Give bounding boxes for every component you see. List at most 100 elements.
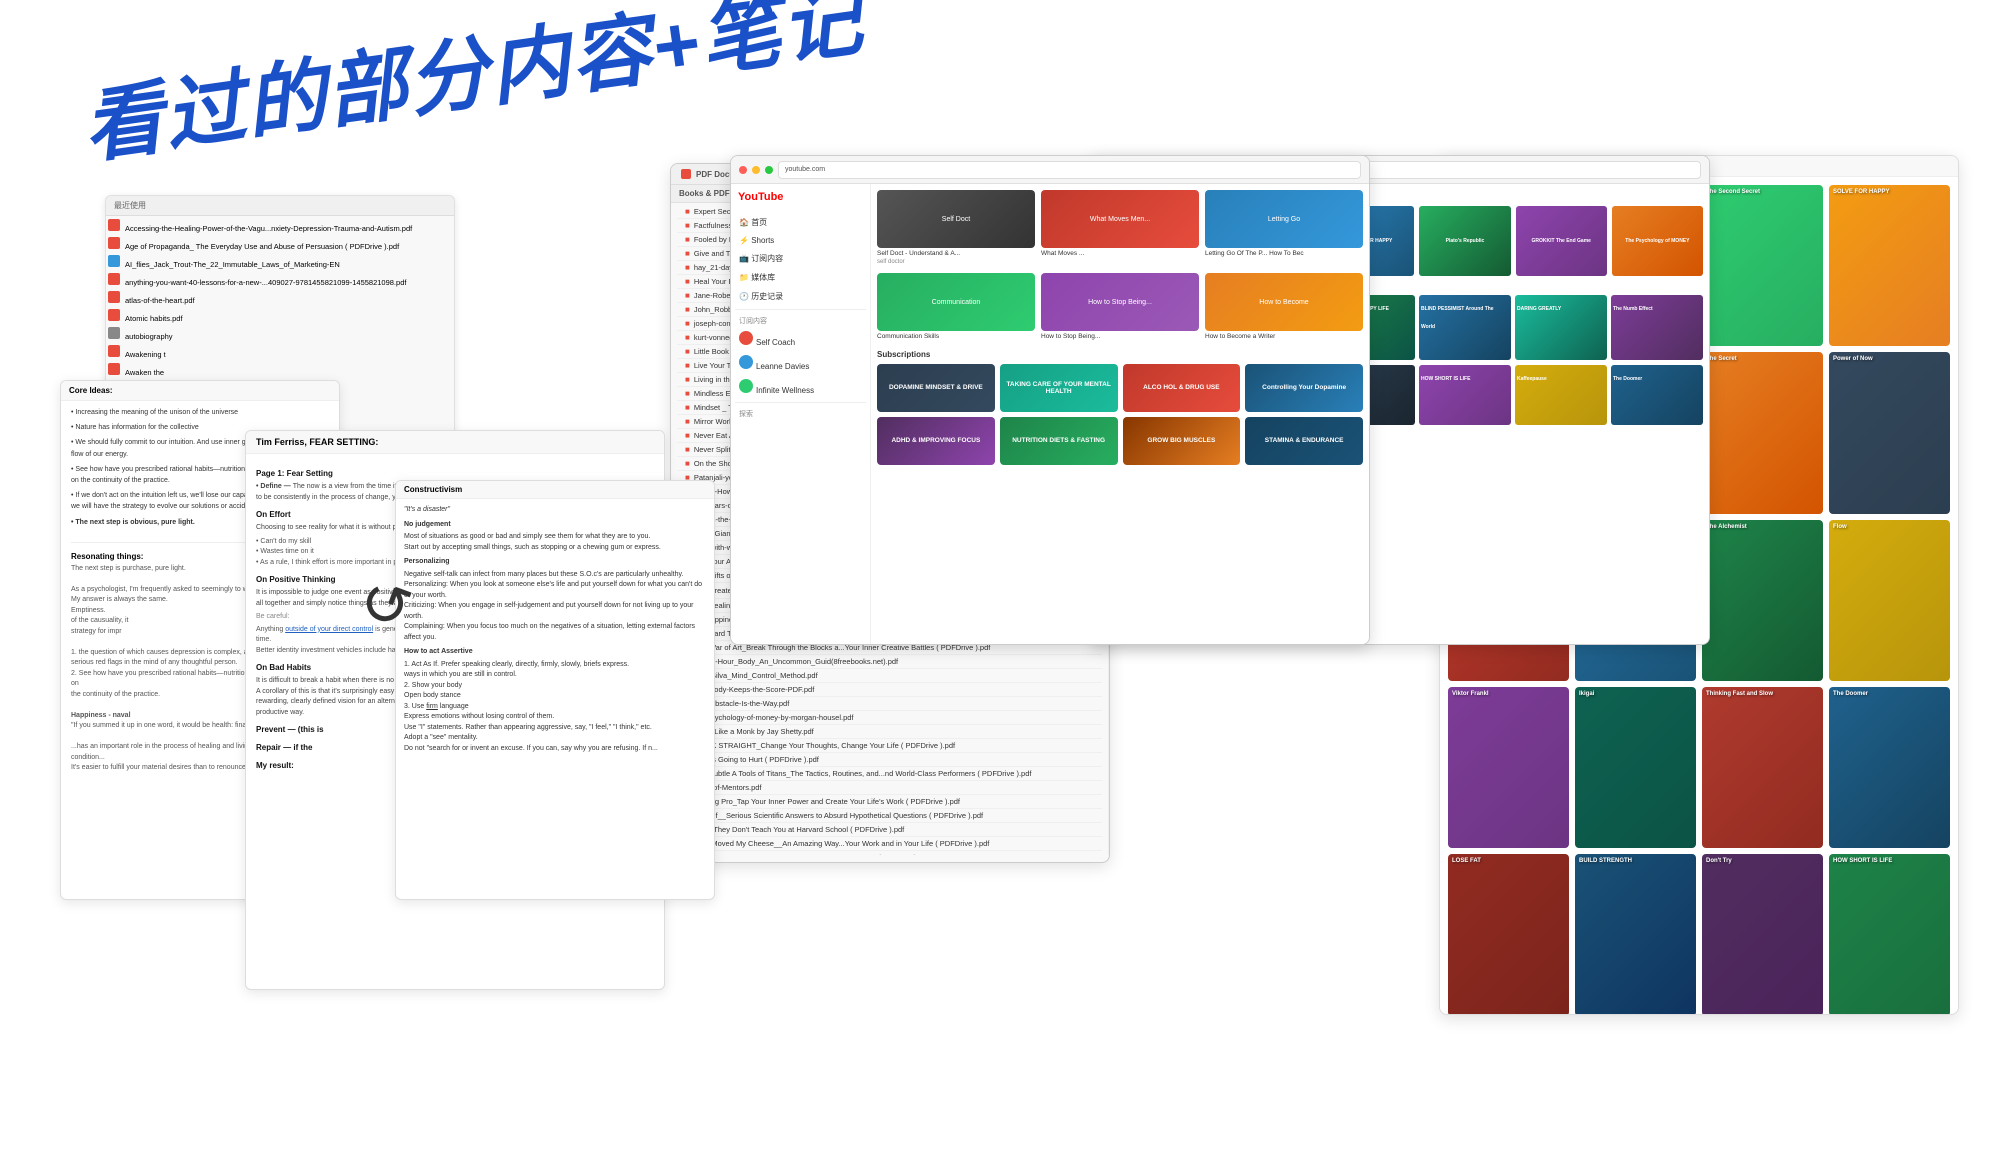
book-cover[interactable]: The Alchemist — [1702, 520, 1823, 681]
yt-video-card[interactable]: What Moves Men... What Moves ... — [1041, 190, 1199, 267]
book-cover[interactable]: SOLVE FOR HAPPY — [1829, 185, 1950, 346]
yt-thumb-title: STAMINA & ENDURANCE — [1263, 435, 1346, 446]
yt-video-card[interactable]: STAMINA & ENDURANCE — [1245, 417, 1363, 465]
yt-book-cover2[interactable]: BLIND PESSIMIST Around The World — [1419, 295, 1511, 360]
yt-thumb-title: Communication — [929, 296, 984, 309]
pdf-item: ■ Think Like a Monk by Jay Shetty.pdf — [677, 725, 1102, 739]
youtube-browser-left: youtube.com YouTube 🏠 首页 ⚡ Shorts 📺 订阅内容… — [730, 155, 1370, 645]
yt-thumb-title: Letting Go — [1265, 213, 1303, 226]
yt-video-card[interactable]: DOPAMINE MINDSET & DRIVE — [877, 364, 995, 412]
yt-video-card[interactable]: Controlling Your Dopamine — [1245, 364, 1363, 412]
yt-video-info: Self Doct - Understand & A...self doctor — [877, 250, 1035, 267]
yt-book-cover3[interactable]: Kaffeepause — [1515, 365, 1607, 425]
assertive-content: 1. Act As If. Prefer speaking clearly, d… — [404, 660, 706, 755]
yt-sidebar-label: 订阅内容 — [751, 254, 783, 263]
yt-thumb-title: GROW BIG MUSCLES — [1145, 435, 1217, 446]
list-item: Atomic habits.pdf — [108, 308, 452, 326]
yt-channel-label: Infinite Wellness — [756, 386, 814, 395]
yt-explore-header: 探索 — [735, 407, 866, 421]
core-idea-2: Nature has information for the collectiv… — [75, 424, 198, 431]
yt-video-info: What Moves ... — [1041, 250, 1199, 258]
yt-logo-left: YouTube — [738, 191, 783, 203]
yt-video-card[interactable]: Letting Go Letting Go Of The P... How To… — [1205, 190, 1363, 267]
maximize-button[interactable] — [765, 166, 773, 174]
yt-video-card[interactable]: GROW BIG MUSCLES — [1123, 417, 1241, 465]
yt-subscriptions-header: Subscriptions — [877, 350, 1363, 359]
yt-book-cover3[interactable]: HOW SHORT IS LIFE — [1419, 365, 1511, 425]
yt-video-info: How to Become a Writer — [1205, 333, 1363, 341]
cover-title: DARING GREATLY — [1517, 306, 1561, 312]
book-cover[interactable]: BUILD STRENGTH — [1575, 854, 1696, 1015]
cover-title: GROKKIT The End Game — [1531, 238, 1590, 244]
yt-thumb-title: NUTRITION DIETS & FASTING — [1010, 435, 1107, 446]
list-item: AI_flies_Jack_Trout-The_22_Immutable_Law… — [108, 254, 452, 272]
yt-video-card[interactable]: How to Become How to Become a Writer — [1205, 273, 1363, 341]
minimize-button[interactable] — [752, 166, 760, 174]
core-ideas-title: Core Ideas: — [69, 386, 113, 395]
yt-sidebar-item-home[interactable]: 🏠 首页 — [735, 214, 866, 231]
book-cover[interactable]: The Second Secret — [1702, 185, 1823, 346]
yt-sidebar-item-leanne[interactable]: Leanne Davies — [735, 352, 866, 374]
yt-sidebar-subscriptions-header: 订阅内容 — [735, 314, 866, 328]
list-item: Awaken the — [108, 362, 452, 380]
yt-thumb-title: Self Doct — [939, 213, 973, 226]
page-section-title: Page 1: Fear Setting — [256, 468, 654, 480]
yt-thumb-title: How to Become — [1256, 296, 1311, 309]
pdf-item: ■ The Subtle A Tools of Titans_The Tacti… — [677, 767, 1102, 781]
yt-video-card[interactable]: Communication Communication Skills — [877, 273, 1035, 341]
pdf-item: ■ What If__Serious Scientific Answers to… — [677, 809, 1102, 823]
cover-title: The Numb Effect — [1613, 306, 1653, 312]
pdf-item: ■ The-Body-Keeps-the-Score-PDF.pdf — [677, 683, 1102, 697]
yt-book-cover[interactable]: GROKKIT The End Game — [1516, 206, 1607, 276]
book-cover[interactable]: LOSE FAT — [1448, 854, 1569, 1015]
yt-video-card[interactable]: How to Stop Being... How to Stop Being..… — [1041, 273, 1199, 341]
book-cover[interactable]: Ikigai — [1575, 687, 1696, 848]
yt-sidebar-item-infinite[interactable]: Infinite Wellness — [735, 376, 866, 398]
yt-channel-label: Self Coach — [756, 338, 795, 347]
yt-thumb-title: How to Stop Being... — [1085, 296, 1155, 309]
book-cover[interactable]: HOW SHORT IS LIFE — [1829, 854, 1950, 1015]
book-cover[interactable]: The Secret — [1702, 352, 1823, 513]
personalizing-content: Negative self-talk can infect from many … — [404, 570, 706, 644]
main-container: 看过的部分内容+笔记 Core Ideas: • Increasing the … — [0, 0, 2009, 1166]
close-button[interactable] — [739, 166, 747, 174]
yt-sidebar-label: Shorts — [751, 236, 774, 245]
pdf-item: ■ Who Moved My Cheese__An Amazing Way...… — [677, 837, 1102, 851]
yt-sidebar-item-subscriptions[interactable]: 📺 订阅内容 — [735, 250, 866, 267]
book-cover[interactable]: Flow — [1829, 520, 1950, 681]
pdf-item: ■ The-Obstacle-Is-the-Way.pdf — [677, 697, 1102, 711]
cover-title: BLIND PESSIMIST Around The World — [1421, 306, 1494, 330]
pdf-item: ■ THINK STRAIGHT_Change Your Thoughts, C… — [677, 739, 1102, 753]
pdf-item: ■ Write to Sell_The Ultimate Guide to Gr… — [677, 851, 1102, 855]
main-title-area: 看过的部分内容+笔记 — [80, 30, 867, 118]
yt-sidebar-item-shorts[interactable]: ⚡ Shorts — [735, 233, 866, 248]
yt-book-cover3[interactable]: The Doomer — [1611, 365, 1703, 425]
how-to-act-assertive-title: How to act Assertive — [404, 647, 706, 658]
yt-sidebar-label: 历史记录 — [751, 292, 783, 301]
yt-video-card[interactable]: Self Doct Self Doct - Understand & A...s… — [877, 190, 1035, 267]
yt-sidebar-item-selfcoach[interactable]: Self Coach — [735, 328, 866, 350]
yt-sidebar-item-library[interactable]: 📁 媒体库 — [735, 269, 866, 286]
list-item: Accessing-the-Healing-Power-of-the-Vagu.… — [108, 218, 452, 236]
yt-book-cover[interactable]: Plato's Republic — [1419, 206, 1510, 276]
book-cover[interactable]: Don't Try — [1702, 854, 1823, 1015]
constructivism-document: Constructivism "It's a disaster" No judg… — [395, 480, 715, 900]
yt-book-cover2[interactable]: The Numb Effect — [1611, 295, 1703, 360]
book-cover[interactable]: Viktor Frankl — [1448, 687, 1569, 848]
url-bar[interactable]: youtube.com — [778, 161, 1361, 179]
yt-video-card[interactable]: ADHD & IMPROVING FOCUS — [877, 417, 995, 465]
yt-book-cover2[interactable]: DARING GREATLY — [1515, 295, 1607, 360]
yt-book-cover[interactable]: The Psychology of MONEY — [1612, 206, 1703, 276]
yt-thumb-title: TAKING CARE OF YOUR MENTAL HEALTH — [1000, 379, 1118, 397]
book-cover[interactable]: Power of Now — [1829, 352, 1950, 513]
list-item: autobiography — [108, 326, 452, 344]
no-judgement-title: No judgement — [404, 520, 706, 531]
book-cover[interactable]: Thinking Fast and Slow — [1702, 687, 1823, 848]
yt-video-card[interactable]: NUTRITION DIETS & FASTING — [1000, 417, 1118, 465]
file-list-header: 最近使用 — [106, 196, 454, 216]
book-cover[interactable]: The Doomer — [1829, 687, 1950, 848]
yt-video-card[interactable]: ALCO HOL & DRUG USE — [1123, 364, 1241, 412]
yt-sidebar-item-history[interactable]: 🕐 历史记录 — [735, 288, 866, 305]
cover-title: The Psychology of MONEY — [1625, 238, 1689, 244]
yt-video-card[interactable]: TAKING CARE OF YOUR MENTAL HEALTH — [1000, 364, 1118, 412]
